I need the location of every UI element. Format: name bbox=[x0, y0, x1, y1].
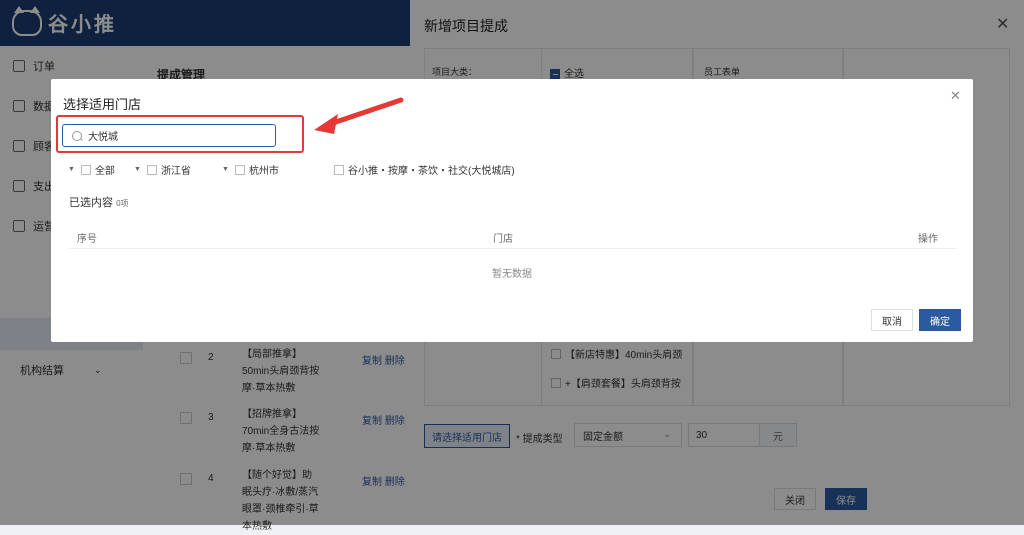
column-header-actions: 操作 bbox=[918, 234, 938, 245]
filter-city[interactable]: ▼ 杭州市 bbox=[222, 162, 279, 177]
cancel-button[interactable]: 取消 bbox=[871, 309, 913, 331]
caret-down-icon: ▼ bbox=[134, 166, 141, 173]
annotation-highlight-box bbox=[56, 115, 304, 153]
modal-title: 选择适用门店 bbox=[63, 97, 142, 112]
filter-province[interactable]: ▼ 浙江省 bbox=[134, 162, 191, 177]
close-icon[interactable]: ✕ bbox=[950, 88, 961, 104]
store-option-label: 谷小推・按摩・茶饮・社交(大悦城店) bbox=[348, 166, 515, 177]
confirm-button[interactable]: 确定 bbox=[919, 309, 961, 331]
selected-label: 已选内容 bbox=[69, 197, 113, 209]
empty-state: 暂无数据 bbox=[492, 269, 532, 280]
table-divider bbox=[69, 248, 957, 249]
checkbox-icon bbox=[234, 164, 245, 175]
filter-all[interactable]: ▼ 全部 bbox=[68, 162, 115, 177]
caret-down-icon: ▼ bbox=[68, 166, 75, 173]
column-header-index: 序号 bbox=[77, 234, 97, 245]
column-header-store: 门店 bbox=[493, 234, 513, 245]
caret-down-icon: ▼ bbox=[222, 166, 229, 173]
checkbox-icon bbox=[334, 164, 344, 175]
annotation-arrow-icon bbox=[314, 97, 404, 134]
filter-label: 浙江省 bbox=[160, 166, 191, 177]
filter-label: 全部 bbox=[94, 166, 115, 177]
selected-summary: 已选内容 0项 bbox=[69, 194, 129, 210]
checkbox-icon bbox=[80, 164, 91, 175]
selected-count: 0项 bbox=[116, 199, 129, 208]
checkbox-icon bbox=[146, 164, 157, 175]
filter-label: 杭州市 bbox=[248, 166, 279, 177]
store-option[interactable]: 谷小推・按摩・茶饮・社交(大悦城店) bbox=[334, 162, 515, 177]
